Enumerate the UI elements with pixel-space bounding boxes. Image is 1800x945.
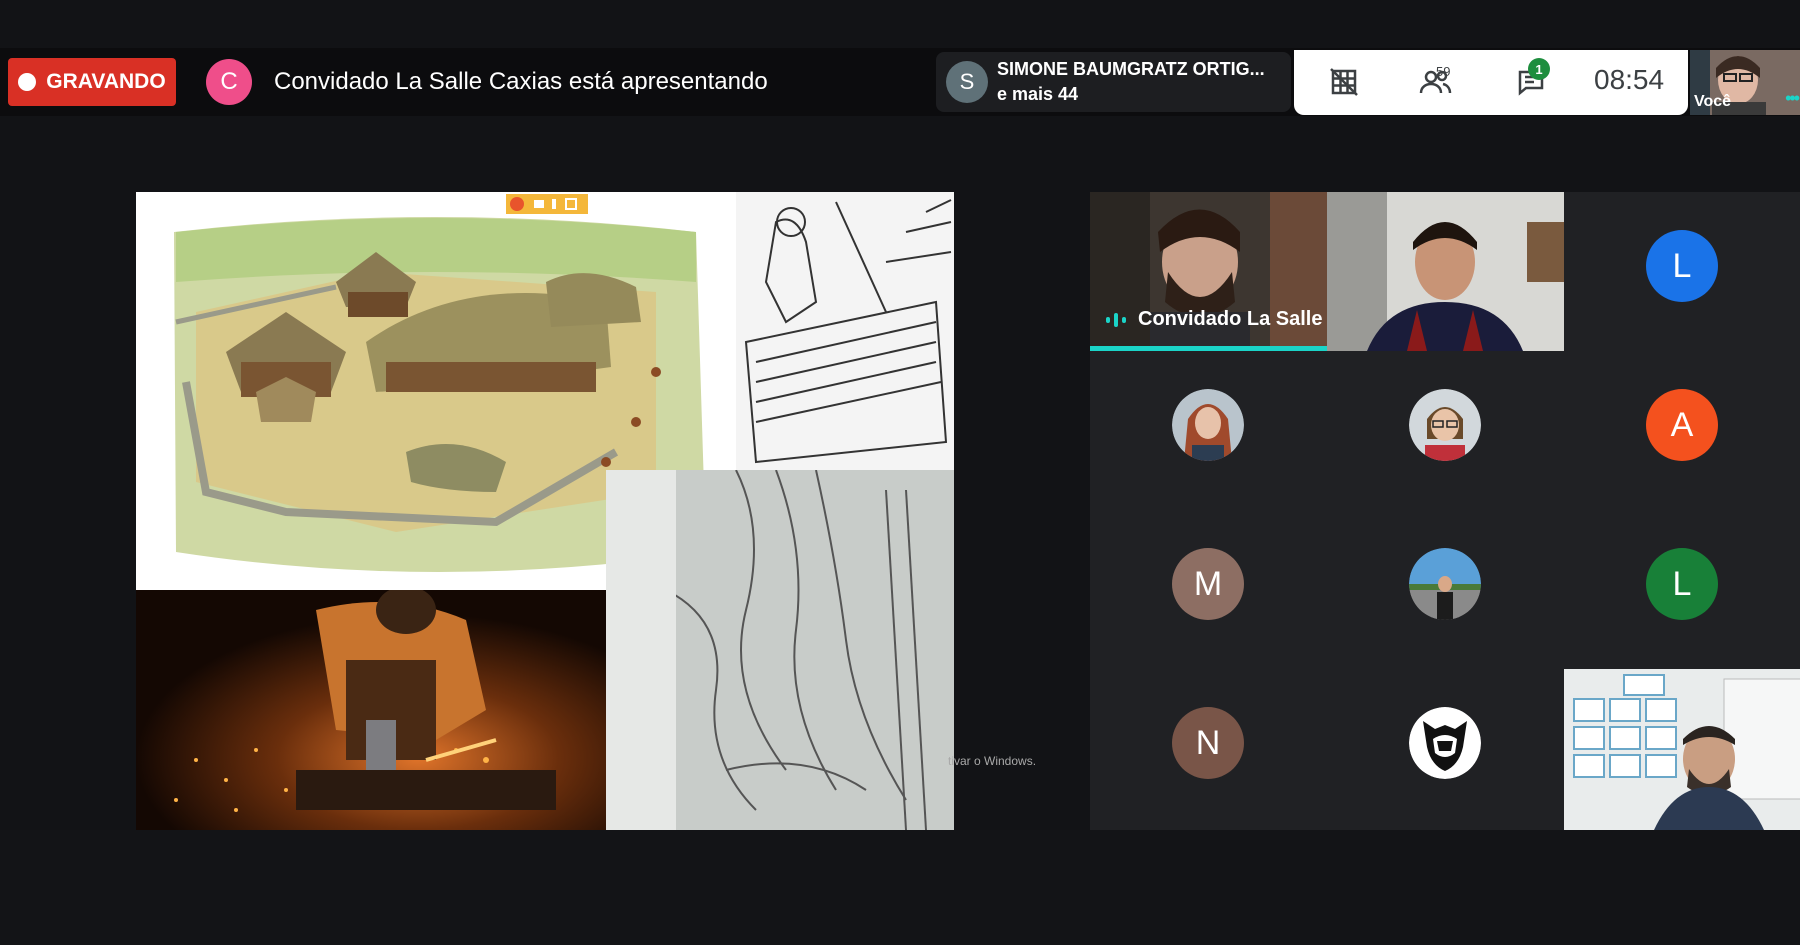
self-label: Você bbox=[1694, 93, 1732, 110]
recording-indicator[interactable]: GRAVANDO bbox=[8, 58, 176, 106]
participant-tile-speaker[interactable]: Convidado La Salle ... bbox=[1090, 192, 1345, 351]
g2-logo-icon bbox=[1409, 707, 1481, 779]
chat-button[interactable]: 1 bbox=[1506, 58, 1556, 102]
bottom-area bbox=[0, 830, 1800, 945]
presenter-avatar: C bbox=[206, 59, 252, 105]
participant-tile-teacher[interactable] bbox=[1564, 669, 1800, 830]
speaker-name: Convidado La Salle ... bbox=[1138, 308, 1345, 330]
participant-photo-3 bbox=[1409, 548, 1481, 620]
self-audio-icon: ••• bbox=[1785, 88, 1800, 108]
shipbuilder-image bbox=[736, 192, 954, 470]
avatar-initial: L bbox=[1672, 564, 1692, 603]
screen-share-indicator[interactable] bbox=[506, 194, 588, 214]
avatar-initial: A bbox=[1670, 405, 1694, 444]
meeting-toolbar: 59 1 08:54 bbox=[1294, 50, 1688, 115]
participant-photo-1 bbox=[1172, 389, 1244, 461]
participant-tile-photo-3[interactable] bbox=[1327, 510, 1564, 669]
shipbuilder-sketch bbox=[736, 192, 954, 470]
participant-grid: Convidado La Salle ... L A M L N bbox=[1090, 192, 1800, 830]
chat-badge: 1 bbox=[1528, 58, 1550, 80]
record-dot-icon bbox=[18, 73, 37, 91]
share-controls-icon bbox=[506, 194, 588, 214]
participants-button[interactable]: 59 bbox=[1406, 62, 1466, 102]
presenter-status: Convidado La Salle Caxias está apresenta… bbox=[274, 68, 768, 95]
grid-off-icon bbox=[1330, 68, 1358, 96]
avatar-a-orange: A bbox=[1646, 389, 1718, 461]
participant-tile-student[interactable] bbox=[1327, 192, 1564, 351]
windows-activation-watermark: tivar o Windows. bbox=[948, 754, 1037, 768]
people-chip-initial: S bbox=[959, 69, 975, 94]
avatar-l-green: L bbox=[1646, 548, 1718, 620]
self-view[interactable]: Você ••• bbox=[1690, 50, 1800, 115]
drapery-image bbox=[606, 469, 954, 830]
avatar-n-brown: N bbox=[1172, 707, 1244, 779]
participant-tile-l-1[interactable]: L bbox=[1564, 192, 1800, 351]
participant-tile-photo-2[interactable] bbox=[1327, 351, 1564, 510]
shared-screen bbox=[136, 192, 954, 830]
audio-wave-icon bbox=[1106, 312, 1126, 327]
avatar-initial: L bbox=[1672, 246, 1692, 285]
avatar-l-blue: L bbox=[1646, 230, 1718, 302]
student-video bbox=[1327, 192, 1564, 351]
teacher-video bbox=[1564, 669, 1800, 830]
participant-tile-photo-1[interactable] bbox=[1090, 351, 1327, 510]
meeting-window: GRAVANDO C Convidado La Salle Caxias est… bbox=[0, 0, 1800, 945]
blacksmith-photo bbox=[136, 586, 606, 830]
participant-tile-n[interactable]: N bbox=[1090, 669, 1327, 828]
speaker-label: Convidado La Salle ... bbox=[1104, 308, 1345, 331]
forge-image bbox=[136, 586, 606, 830]
participant-tile-m[interactable]: M bbox=[1090, 510, 1327, 669]
meeting-clock: 08:54 bbox=[1594, 64, 1665, 95]
avatar-initial: N bbox=[1195, 723, 1221, 762]
participants-count: 59 bbox=[1436, 64, 1451, 79]
layout-off-button[interactable] bbox=[1322, 62, 1366, 102]
avatar-initial: M bbox=[1193, 564, 1223, 603]
participant-tile-logo[interactable] bbox=[1327, 669, 1564, 828]
people-chip-name: SIMONE BAUMGRATZ ORTIG... bbox=[997, 59, 1265, 79]
recording-label: GRAVANDO bbox=[46, 70, 166, 93]
avatar-m-brown: M bbox=[1172, 548, 1244, 620]
people-chip[interactable]: S SIMONE BAUMGRATZ ORTIG... e mais 44 bbox=[936, 52, 1291, 112]
people-chip-more: e mais 44 bbox=[997, 84, 1079, 104]
presenter-initial: C bbox=[220, 68, 238, 95]
participant-tile-a[interactable]: A bbox=[1564, 351, 1800, 510]
people-chip-avatar: S bbox=[946, 61, 988, 103]
participant-tile-l-2[interactable]: L bbox=[1564, 510, 1800, 669]
drapery-sketch bbox=[606, 469, 954, 830]
participant-photo-2 bbox=[1409, 389, 1481, 461]
